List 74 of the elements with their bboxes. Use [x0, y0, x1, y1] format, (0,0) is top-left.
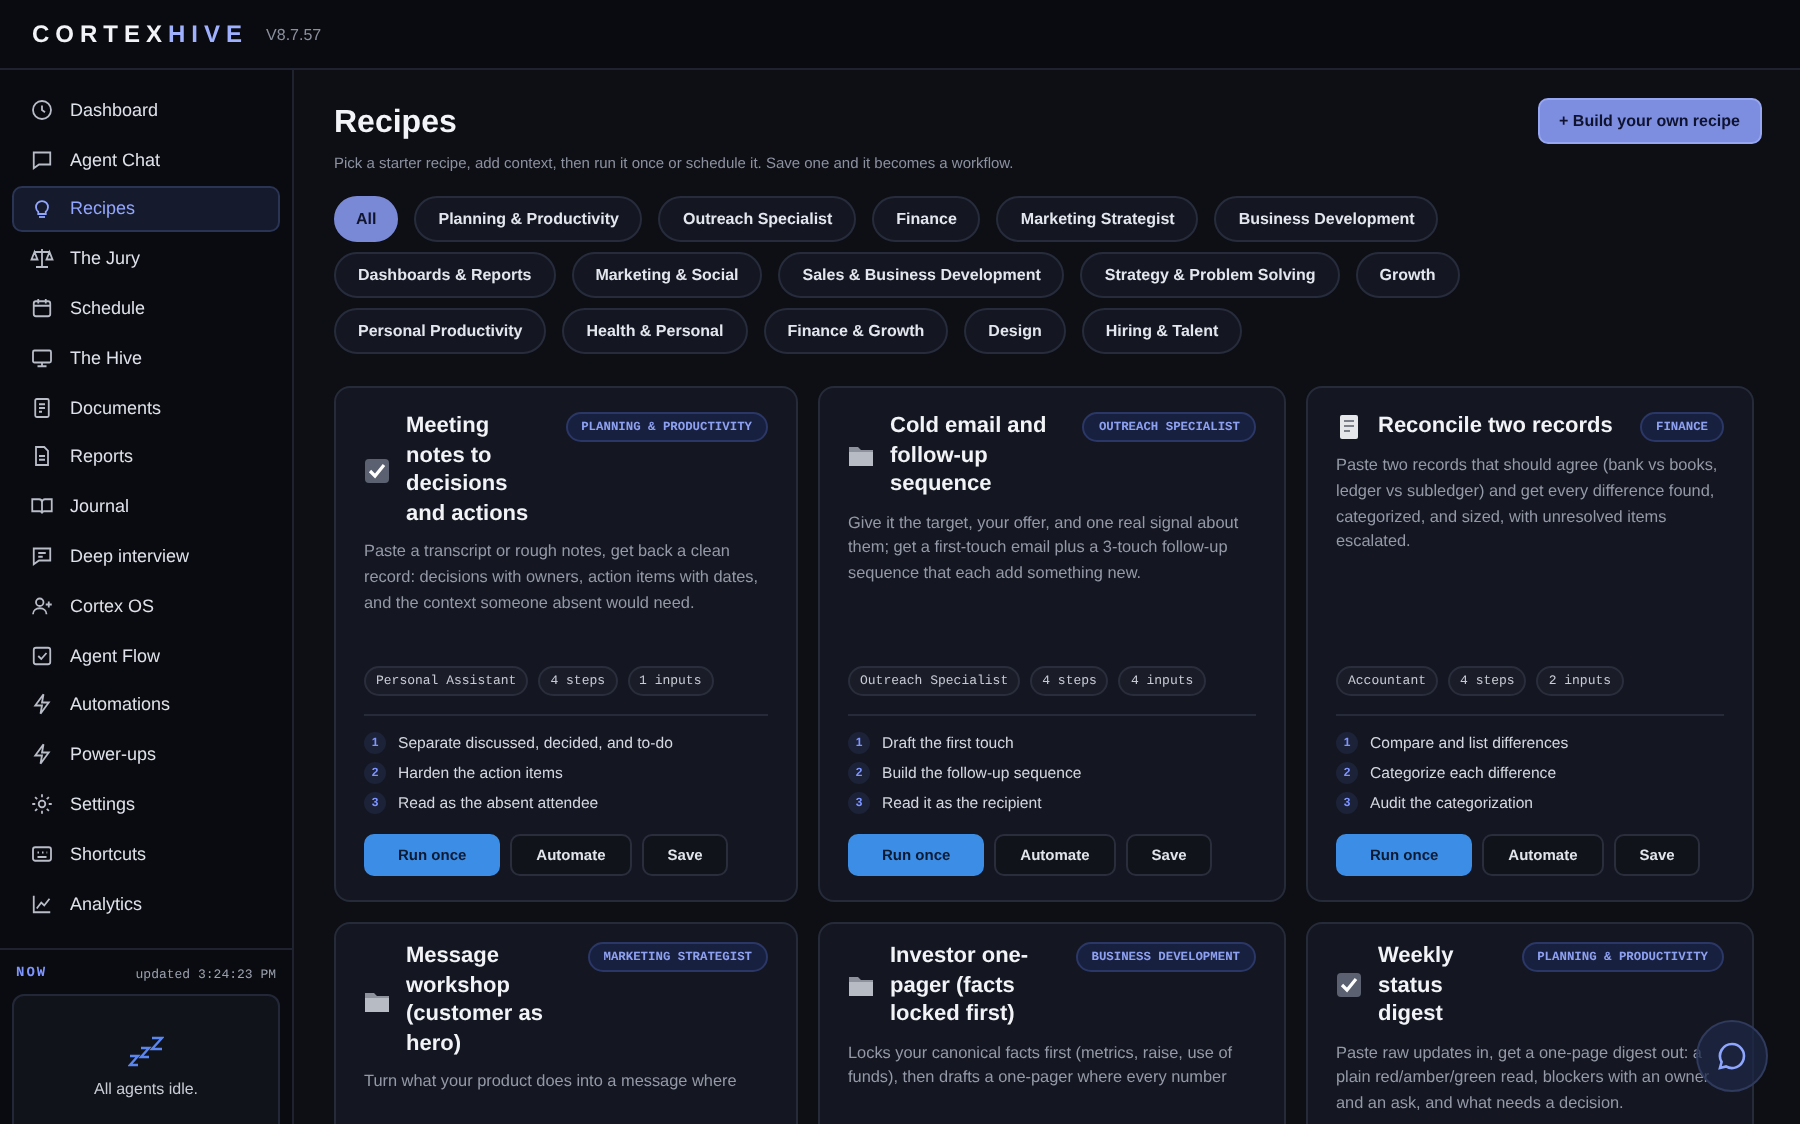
- folder-icon: [848, 972, 874, 999]
- sidebar-item[interactable]: Journal: [12, 482, 280, 531]
- ledger-icon: [1336, 414, 1362, 440]
- filter-chip[interactable]: Health & Personal: [562, 308, 748, 354]
- filter-chip[interactable]: Outreach Specialist: [658, 196, 857, 242]
- checkbox-icon: [1336, 972, 1362, 999]
- filter-chip[interactable]: Dashboards & Reports: [334, 252, 556, 298]
- sidebar-item[interactable]: Shortcuts: [12, 829, 280, 878]
- document-icon: [30, 395, 54, 420]
- page-title: Recipes: [334, 106, 459, 142]
- sidebar-item[interactable]: Power-ups: [12, 730, 280, 779]
- recipe-title: Cold email and follow-up sequence: [890, 412, 1049, 499]
- lightbulb-icon: [30, 196, 54, 221]
- filter-chip[interactable]: Strategy & Problem Solving: [1080, 252, 1340, 298]
- checkbox-icon: [30, 643, 54, 668]
- filter-chip[interactable]: Design: [964, 308, 1066, 354]
- folder-icon: [848, 442, 874, 469]
- chat-icon: [1716, 1040, 1748, 1072]
- filter-chip[interactable]: Marketing Strategist: [996, 196, 1199, 242]
- filter-chip[interactable]: Personal Productivity: [334, 308, 547, 354]
- user-plus-icon: [30, 593, 54, 618]
- keyboard-icon: [30, 841, 54, 866]
- recipe-description: Turn what your product does into a message where: [364, 1070, 739, 1094]
- sleep-icon: [128, 1036, 164, 1068]
- chart-icon: [30, 891, 54, 916]
- filter-chip[interactable]: Planning & Productivity: [414, 196, 643, 242]
- lightning-icon: [30, 742, 54, 767]
- chat-icon: [30, 544, 54, 569]
- recipe-title: Weekly status digest: [1378, 942, 1456, 1029]
- sidebar-item[interactable]: Agent Chat: [12, 135, 280, 184]
- filter-chip[interactable]: Sales & Business Development: [778, 252, 1065, 298]
- chat-icon: [30, 147, 54, 172]
- clock-icon: [30, 97, 54, 122]
- recipe-title: Investor one-pager (facts locked first): [890, 942, 1031, 1029]
- folder-icon: [364, 987, 390, 1013]
- recipe-title: Reconcile two records: [1378, 412, 1615, 442]
- filter-chip[interactable]: Hiring & Talent: [1081, 308, 1243, 354]
- recipe-description: Locks your canonical facts first (metrics, raise, use of funds), then drafts a one-pager where every number: [848, 1041, 1235, 1091]
- sidebar-item[interactable]: Documents: [12, 383, 280, 432]
- document-icon: [30, 444, 54, 469]
- sidebar-item[interactable]: The Hive: [12, 333, 280, 382]
- filter-chip[interactable]: Finance: [872, 196, 981, 242]
- sidebar-item[interactable]: Dashboard: [12, 86, 280, 134]
- sidebar-item[interactable]: Analytics: [12, 879, 280, 928]
- sidebar-item[interactable]: Settings: [12, 780, 280, 828]
- filter-chip[interactable]: Business Development: [1214, 196, 1439, 242]
- build-recipe-button[interactable]: + Build your own recipe: [1537, 98, 1762, 144]
- monitor-icon: [30, 345, 54, 370]
- status-text: All agents idle.: [93, 1080, 199, 1098]
- filter-chip[interactable]: Marketing & Social: [571, 252, 763, 298]
- recipe-description: Give it the target, your offer, and one real signal about them; get a first-touch email plus a 3-touch follow-up sequence that each add something new.: [848, 511, 1241, 587]
- sidebar-item[interactable]: Agent Flow: [12, 631, 280, 680]
- book-icon: [30, 494, 54, 519]
- sidebar-item[interactable]: Automations: [12, 681, 280, 729]
- filter-chip[interactable]: Finance & Growth: [763, 308, 949, 354]
- recipe-description: Paste two records that should agree (bank vs books, ledger vs subledger) and get every difference found, categorized, and sized, with unresolved items escalated.: [1336, 454, 1720, 555]
- sidebar-item[interactable]: Reports: [12, 433, 280, 481]
- sidebar-item[interactable]: Recipes: [12, 185, 280, 233]
- checkbox-icon: [364, 457, 390, 483]
- sidebar-item[interactable]: The Jury: [12, 234, 280, 283]
- lightning-icon: [30, 692, 54, 717]
- version-label: V8.7.57: [266, 25, 322, 43]
- filter-chip[interactable]: Growth: [1355, 252, 1460, 298]
- settings-icon: [30, 792, 54, 817]
- brand-logo: CORTEX HIVE: [32, 20, 249, 48]
- calendar-icon: [30, 296, 54, 321]
- recipe-title: Meeting notes to decisions and actions: [406, 412, 531, 528]
- recipe-description: Paste a transcript or rough notes, get back a clean record: decisions with owners, action items with dates, and the context someone absent would need.: [364, 540, 761, 616]
- sidebar-item[interactable]: Deep interview: [12, 532, 280, 580]
- sidebar-item[interactable]: Schedule: [12, 284, 280, 332]
- scales-icon: [30, 246, 54, 271]
- recipe-title: Message workshop (customer as hero): [406, 942, 545, 1058]
- sidebar-item[interactable]: Cortex OS: [12, 581, 280, 630]
- filter-chip[interactable]: All: [334, 196, 399, 242]
